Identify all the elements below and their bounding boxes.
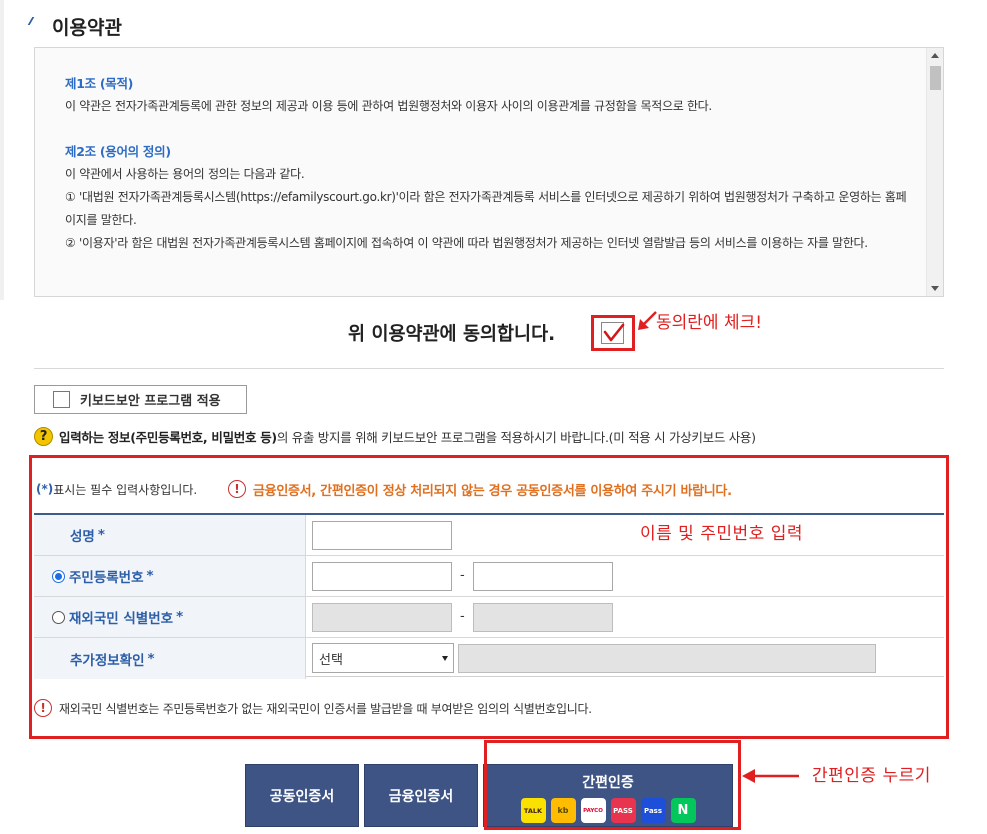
rrn-dash: - <box>460 568 465 583</box>
foreign-dash: - <box>460 609 465 624</box>
exclamation-icon: ! <box>228 480 246 498</box>
form-row-name: 성명 * <box>34 515 944 556</box>
article-2-item-1: ① '대법원 전자가족관계등록시스템(https://efamilyscourt… <box>65 190 907 227</box>
cert-warning: ! 금융인증서, 간편인증이 정상 처리되지 않는 경우 공동인증서를 이용하여… <box>228 478 732 500</box>
scroll-down-icon[interactable] <box>931 286 939 291</box>
form-row-rrn: 주민등록번호 * - <box>34 556 944 597</box>
extra-info-select[interactable]: 선택 <box>312 643 454 673</box>
exclamation-icon: ! <box>34 699 52 717</box>
callout-arrow-left-icon <box>742 769 799 783</box>
identity-form-table: 성명 * 주민등록번호 * - 재외국민 식별번호 * - 추가정보확인 * 선… <box>34 513 944 679</box>
required-note: (*) 표시는 필수 입력사항입니다. <box>36 478 197 500</box>
name-input[interactable] <box>312 521 452 550</box>
financial-cert-button[interactable]: 금융인증서 <box>364 764 478 827</box>
left-edge-rule <box>0 0 4 300</box>
keyboard-note-rest: 의 유출 방지를 위해 키보드보안 프로그램을 적용하시기 바랍니다.(미 적용… <box>276 429 756 445</box>
extra-label: 추가정보확인 * <box>34 638 306 679</box>
terms-scrollbar[interactable] <box>926 48 943 296</box>
foreign-label[interactable]: 재외국민 식별번호 * <box>34 597 306 637</box>
foreign-radio[interactable] <box>52 610 65 624</box>
scroll-thumb[interactable] <box>930 66 941 90</box>
article-2-title: 제2조 (용어의 정의) <box>65 144 171 159</box>
rrn-back-input[interactable] <box>473 562 613 591</box>
callout-arrow-icon <box>638 311 657 330</box>
foreign-id-note-text: 재외국민 식별번호는 주민등록번호가 없는 재외국민이 인증서를 발급받을 때 … <box>59 701 592 716</box>
name-label: 성명 * <box>34 515 306 555</box>
form-row-extra: 추가정보확인 * 선택 <box>34 638 944 679</box>
agree-row: 위 이용약관에 동의합니다. <box>348 316 555 350</box>
cert-warning-text: 금융인증서, 간편인증이 정상 처리되지 않는 경우 공동인증서를 이용하여 주… <box>253 483 732 499</box>
article-1-body: 이 약관은 전자가족관계등록에 관한 정보의 제공과 이용 등에 관하여 법원행… <box>65 99 712 113</box>
article-1-title: 제1조 (목적) <box>65 76 134 91</box>
keyboard-security-button[interactable]: 키보드보안 프로그램 적용 <box>34 385 247 414</box>
rrn-radio[interactable] <box>52 569 65 583</box>
form-row-foreign: 재외국민 식별번호 * - <box>34 597 944 638</box>
agree-highlight-frame <box>591 315 635 351</box>
section-title-text: 이용약관 <box>52 16 122 39</box>
terms-scroll-box[interactable]: 제1조 (목적) 이 약관은 전자가족관계등록에 관한 정보의 제공과 이용 등… <box>34 47 944 297</box>
article-2-item-2: ② '이용자'라 함은 대법원 전자가족관계등록시스템 홈페이지에 접속하여 이… <box>65 236 868 250</box>
simple-auth-highlight-frame <box>484 740 741 830</box>
article-2-intro: 이 약관에서 사용하는 용어의 정의는 다음과 같다. <box>65 167 305 181</box>
keyboard-security-label: 키보드보안 프로그램 적용 <box>80 394 221 409</box>
chevron-down-icon <box>442 656 448 661</box>
divider <box>34 368 944 369</box>
foreign-front-input <box>312 603 452 632</box>
input-callout: 이름 및 주민번호 입력 <box>640 524 803 544</box>
question-icon: ? <box>34 426 53 446</box>
keyboard-note-bold: 입력하는 정보(주민등록번호, 비밀번호 등) <box>59 429 277 445</box>
required-note-text: 표시는 필수 입력사항입니다. <box>53 482 198 497</box>
simple-auth-callout: 간편인증 누르기 <box>812 766 931 786</box>
keyboard-security-note: ? 입력하는 정보(주민등록번호, 비밀번호 등) 의 유출 방지를 위해 키보… <box>34 425 756 447</box>
foreign-id-note: ! 재외국민 식별번호는 주민등록번호가 없는 재외국민이 인증서를 발급받을 … <box>34 697 592 719</box>
foreign-back-input <box>473 603 613 632</box>
terms-content: 제1조 (목적) 이 약관은 전자가족관계등록에 관한 정보의 제공과 이용 등… <box>65 72 913 255</box>
extra-info-input <box>458 644 876 673</box>
agree-label: 위 이용약관에 동의합니다. <box>348 324 556 345</box>
public-cert-button[interactable]: 공동인증서 <box>245 764 359 827</box>
scroll-up-icon[interactable] <box>931 53 939 58</box>
rrn-label[interactable]: 주민등록번호 * <box>34 556 306 596</box>
keyboard-security-checkbox[interactable] <box>53 391 70 408</box>
required-mark: (*) <box>36 482 54 496</box>
agree-callout: 동의란에 체크! <box>656 313 763 333</box>
rrn-front-input[interactable] <box>312 562 452 591</box>
section-title: 이용약관 <box>27 12 122 40</box>
title-tick-icon <box>27 17 39 25</box>
